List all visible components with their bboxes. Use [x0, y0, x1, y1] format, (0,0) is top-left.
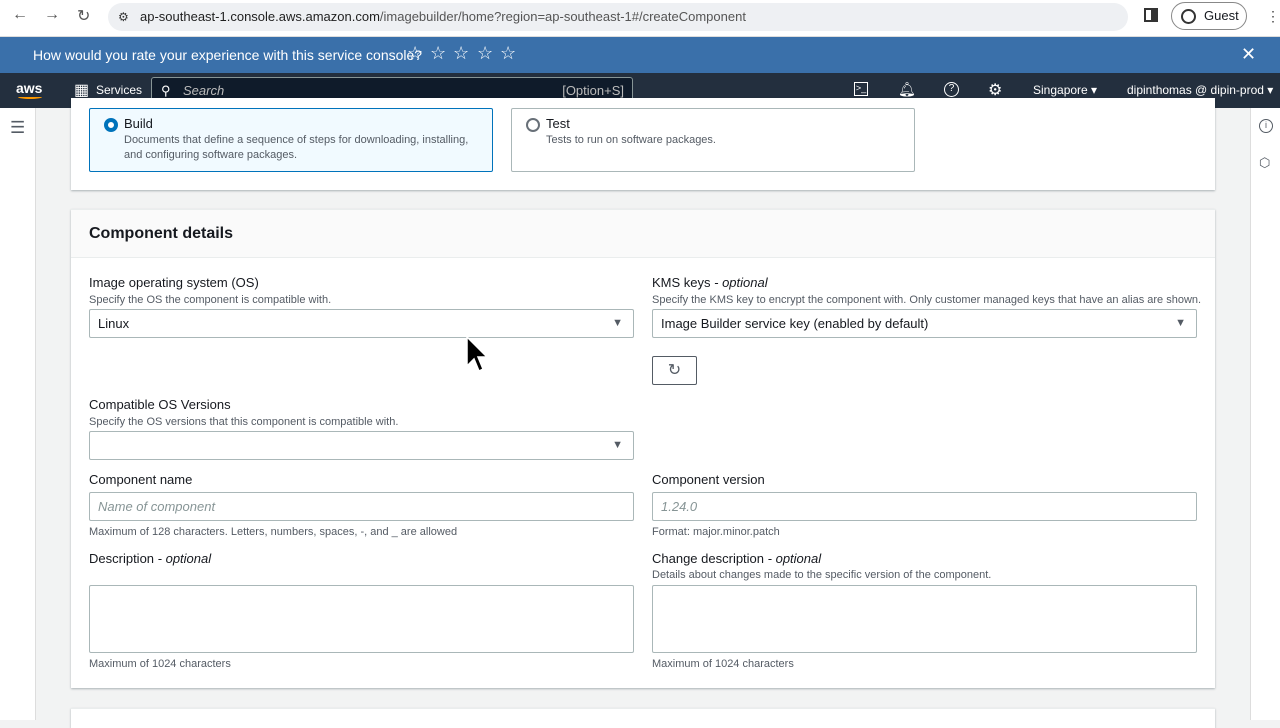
name-hint: Maximum of 128 characters. Letters, numb… — [89, 526, 458, 538]
region-label: Singapore — [1033, 83, 1088, 97]
kms-value: Image Builder service key (enabled by de… — [661, 316, 929, 331]
change-optional: - optional — [767, 551, 822, 566]
cloudshell-icon[interactable]: >_ — [854, 82, 868, 96]
aws-logo[interactable]: aws — [16, 80, 42, 96]
build-radio[interactable] — [104, 118, 118, 132]
description-label-text: Description — [89, 551, 155, 566]
caret-down-icon: ▼ — [612, 317, 623, 329]
kms-optional: - optional — [714, 275, 768, 290]
section-title: Component details — [89, 225, 234, 242]
site-settings-icon[interactable]: ⚙ — [118, 3, 129, 31]
grid-icon[interactable]: ▦ — [74, 80, 89, 100]
left-nav-rail: ☰ — [0, 108, 36, 720]
star-5-icon[interactable]: ☆ — [500, 43, 516, 64]
kms-select[interactable]: Image Builder service key (enabled by de… — [652, 309, 1197, 338]
component-type-panel: Build Documents that define a sequence o… — [71, 98, 1215, 190]
feedback-banner: How would you rate your experience with … — [0, 37, 1280, 73]
description-optional: - optional — [157, 551, 212, 566]
hexagon-icon[interactable]: ⬡ — [1259, 155, 1270, 171]
profile-icon — [1181, 9, 1196, 24]
gear-icon[interactable]: ⚙ — [988, 80, 1002, 100]
profile-button[interactable]: Guest — [1171, 2, 1247, 30]
caret-down-icon: ▼ — [612, 439, 623, 451]
star-3-icon[interactable]: ☆ — [453, 43, 469, 64]
description-label: Description - optional — [89, 551, 211, 566]
version-hint: Format: major.minor.patch — [652, 526, 780, 538]
change-hint: Maximum of 1024 characters — [652, 658, 794, 670]
back-icon[interactable]: ← — [12, 6, 28, 24]
address-bar[interactable]: ⚙ ap-southeast-1.console.aws.amazon.com/… — [108, 3, 1128, 31]
star-4-icon[interactable]: ☆ — [477, 43, 493, 64]
name-placeholder: Name of component — [98, 499, 216, 514]
component-details-panel: Component details Image operating system… — [71, 209, 1215, 688]
refresh-button[interactable]: ↻ — [652, 356, 697, 385]
os-value: Linux — [98, 316, 130, 331]
caret-down-icon: ▼ — [1175, 317, 1186, 329]
refresh-icon: ↻ — [667, 362, 682, 379]
aws-smile-icon — [18, 95, 42, 99]
url-path: /imagebuilder/home?region=ap-southeast-1… — [379, 9, 746, 24]
test-radio[interactable] — [526, 118, 540, 132]
change-description-label: Change description - optional — [652, 551, 821, 566]
help-icon[interactable]: ? — [944, 82, 959, 97]
version-placeholder: 1.24.0 — [661, 499, 698, 514]
bell-icon[interactable]: 🔔︎ — [898, 81, 916, 98]
component-version-input[interactable]: 1.24.0 — [652, 492, 1197, 521]
build-option[interactable]: Build Documents that define a sequence o… — [89, 108, 493, 172]
test-description: Tests to run on software packages. — [546, 134, 716, 146]
change-sub: Details about changes made to the specif… — [652, 569, 992, 581]
version-label: Component version — [652, 472, 765, 487]
next-panel — [71, 708, 1215, 728]
test-label: Test — [546, 116, 570, 131]
services-menu[interactable]: Services — [96, 83, 142, 97]
os-hint: Specify the OS the component is compatib… — [89, 294, 332, 306]
right-tools-rail: i ⬡ — [1250, 108, 1280, 720]
forward-icon[interactable]: → — [44, 6, 60, 24]
kms-label: KMS keys - optional — [652, 275, 768, 290]
url-host: ap-southeast-1.console.aws.amazon.com — [140, 9, 380, 24]
change-description-textarea[interactable] — [652, 585, 1197, 653]
os-select[interactable]: Linux ▼ — [89, 309, 634, 338]
os-versions-select[interactable]: ▼ — [89, 431, 634, 460]
account-label: dipinthomas @ dipin-prod — [1127, 83, 1264, 97]
os-versions-hint: Specify the OS versions that this compon… — [89, 416, 399, 428]
feedback-question: How would you rate your experience with … — [33, 47, 423, 63]
description-textarea[interactable] — [89, 585, 634, 653]
star-1-icon[interactable]: ☆ — [407, 43, 423, 64]
change-label-text: Change description — [652, 551, 765, 566]
region-selector[interactable]: Singapore ▾ — [1033, 83, 1097, 97]
browser-toolbar: ← → ↻ ⚙ ap-southeast-1.console.aws.amazo… — [0, 0, 1280, 37]
hamburger-icon[interactable]: ☰ — [10, 118, 25, 138]
reload-icon[interactable]: ↻ — [77, 6, 90, 26]
os-versions-label: Compatible OS Versions — [89, 397, 231, 412]
mouse-cursor-icon — [466, 336, 488, 373]
test-option[interactable]: Test Tests to run on software packages. — [511, 108, 915, 172]
build-description: Documents that define a sequence of step… — [124, 134, 469, 161]
build-label: Build — [124, 116, 153, 131]
star-2-icon[interactable]: ☆ — [430, 43, 446, 64]
kms-label-text: KMS keys — [652, 275, 711, 290]
info-icon[interactable]: i — [1259, 119, 1273, 133]
name-label: Component name — [89, 472, 193, 487]
description-hint: Maximum of 1024 characters — [89, 658, 231, 670]
menu-icon[interactable]: ⋮ — [1266, 8, 1280, 25]
os-label: Image operating system (OS) — [89, 275, 259, 290]
side-panel-icon[interactable] — [1144, 8, 1158, 22]
profile-label: Guest — [1204, 8, 1239, 23]
kms-hint: Specify the KMS key to encrypt the compo… — [652, 294, 1202, 306]
component-name-input[interactable]: Name of component — [89, 492, 634, 521]
account-menu[interactable]: dipinthomas @ dipin-prod ▾ — [1127, 83, 1273, 97]
close-icon[interactable]: ✕ — [1241, 44, 1256, 65]
